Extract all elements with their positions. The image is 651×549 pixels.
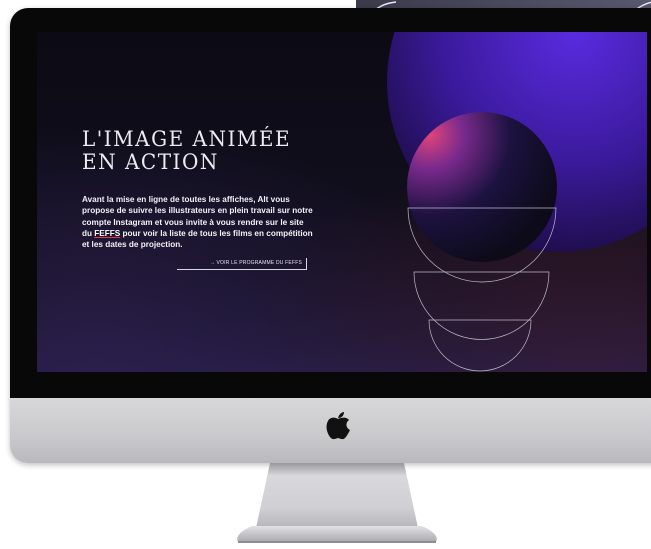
program-button-label: → VOIR LE PROGRAMME DU FEFFS <box>209 260 302 266</box>
imac-monitor: L'IMAGE ANIMÉE EN ACTION Avant la mise e… <box>10 8 651 463</box>
apple-logo-icon <box>326 412 350 440</box>
page-title-line-2: EN ACTION <box>82 148 219 175</box>
program-button[interactable]: → VOIR LE PROGRAMME DU FEFFS <box>177 258 307 270</box>
page-title: L'IMAGE ANIMÉE EN ACTION <box>82 127 291 173</box>
intro-paragraph: Avant la mise en ligne de toutes les aff… <box>82 194 314 250</box>
feffs-link[interactable]: FEFFS <box>94 229 120 238</box>
page: L'IMAGE ANIMÉE EN ACTION Avant la mise e… <box>0 0 651 549</box>
page-title-line-1: L'IMAGE ANIMÉE <box>82 125 292 152</box>
monitor-screen: L'IMAGE ANIMÉE EN ACTION Avant la mise e… <box>37 32 647 372</box>
